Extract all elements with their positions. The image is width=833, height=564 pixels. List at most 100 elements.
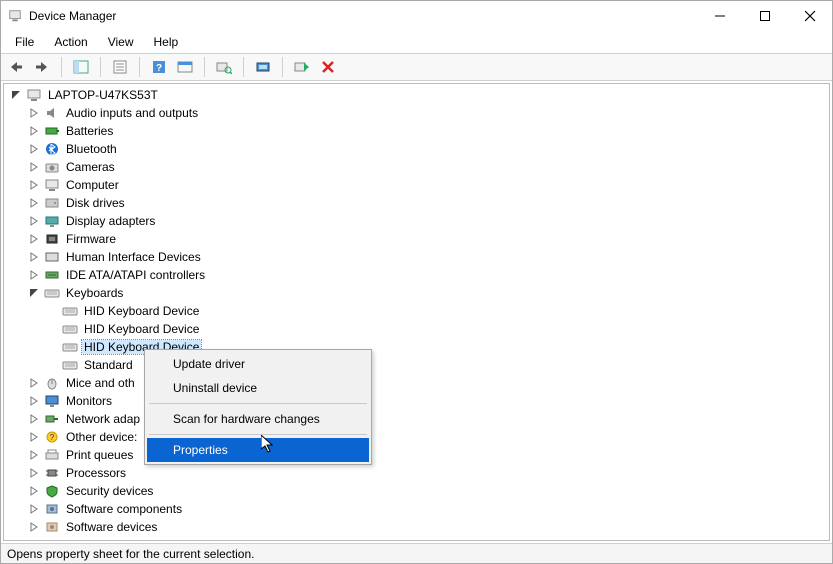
tree-device-row[interactable]: HID Keyboard Device: [46, 320, 829, 338]
category-icon: [44, 195, 60, 211]
tree-category-row[interactable]: Computer: [28, 176, 829, 194]
tree-category-row[interactable]: Security devices: [28, 482, 829, 500]
tree-category-label: Computer: [64, 178, 121, 192]
expand-toggle[interactable]: [10, 89, 22, 101]
category-icon: [44, 483, 60, 499]
tree-category-row[interactable]: Display adapters: [28, 212, 829, 230]
context-menu-properties[interactable]: Properties: [147, 438, 369, 462]
expand-toggle[interactable]: [28, 269, 40, 281]
context-menu-update-driver[interactable]: Update driver: [147, 352, 369, 376]
menu-view[interactable]: View: [98, 33, 144, 51]
close-button[interactable]: [787, 1, 832, 31]
tree-category-row[interactable]: Bluetooth: [28, 140, 829, 158]
tree-category-row[interactable]: IDE ATA/ATAPI controllers: [28, 266, 829, 284]
tree-category-label: Audio inputs and outputs: [64, 106, 200, 120]
uninstall-device-button[interactable]: [317, 56, 339, 78]
tree-category-label: Firmware: [64, 232, 118, 246]
titlebar: Device Manager: [1, 1, 832, 31]
tree-category-label: Network adap: [64, 412, 142, 426]
minimize-button[interactable]: [697, 1, 742, 31]
enable-device-button[interactable]: [291, 56, 313, 78]
tree-category-label: Monitors: [64, 394, 114, 408]
show-hide-console-tree-button[interactable]: [70, 56, 92, 78]
tree-category-row[interactable]: Audio inputs and outputs: [28, 104, 829, 122]
expand-toggle[interactable]: [28, 521, 40, 533]
tree-category-row[interactable]: Processors: [28, 464, 829, 482]
expand-toggle[interactable]: [28, 467, 40, 479]
tree-root-label: LAPTOP-U47KS53T: [46, 88, 160, 102]
maximize-button[interactable]: [742, 1, 787, 31]
expand-spacer: [46, 341, 58, 353]
category-icon: [44, 447, 60, 463]
svg-text:?: ?: [50, 433, 55, 442]
context-menu-scan-hardware[interactable]: Scan for hardware changes: [147, 407, 369, 431]
expand-toggle[interactable]: [28, 251, 40, 263]
expand-toggle[interactable]: [28, 377, 40, 389]
expand-toggle[interactable]: [28, 287, 40, 299]
category-icon: [44, 285, 60, 301]
expand-toggle[interactable]: [28, 179, 40, 191]
tree-category-label: Batteries: [64, 124, 115, 138]
tree-category-label: Keyboards: [64, 286, 125, 300]
expand-toggle[interactable]: [28, 449, 40, 461]
context-menu-separator: [149, 434, 367, 435]
category-icon: [44, 231, 60, 247]
tree-category-label: Bluetooth: [64, 142, 119, 156]
tree-category-row[interactable]: Disk drives: [28, 194, 829, 212]
expand-toggle[interactable]: [28, 197, 40, 209]
expand-toggle[interactable]: [28, 431, 40, 443]
tree-category-row[interactable]: Firmware: [28, 230, 829, 248]
expand-toggle[interactable]: [28, 125, 40, 137]
category-icon: [44, 177, 60, 193]
scan-hardware-button[interactable]: [213, 56, 235, 78]
category-icon: [44, 159, 60, 175]
expand-toggle[interactable]: [28, 143, 40, 155]
forward-button[interactable]: [31, 56, 53, 78]
update-driver-button[interactable]: [252, 56, 274, 78]
tree-category-row[interactable]: Batteries: [28, 122, 829, 140]
menu-file[interactable]: File: [5, 33, 44, 51]
statusbar: Opens property sheet for the current sel…: [1, 543, 832, 563]
expand-toggle[interactable]: [28, 485, 40, 497]
keyboard-icon: [62, 321, 78, 337]
category-icon: [44, 267, 60, 283]
expand-toggle[interactable]: [28, 161, 40, 173]
expand-toggle[interactable]: [28, 413, 40, 425]
tree-device-row[interactable]: HID Keyboard Device: [46, 302, 829, 320]
tree-category-label: IDE ATA/ATAPI controllers: [64, 268, 207, 282]
category-icon: [44, 213, 60, 229]
category-icon: [44, 393, 60, 409]
computer-icon: [26, 87, 42, 103]
category-icon: [44, 537, 60, 540]
expand-toggle[interactable]: [28, 539, 40, 540]
tree-scroll[interactable]: LAPTOP-U47KS53T Audio inputs and outputs B…: [4, 84, 829, 540]
tree-category-row[interactable]: Human Interface Devices: [28, 248, 829, 266]
menu-action[interactable]: Action: [44, 33, 97, 51]
action-button[interactable]: [174, 56, 196, 78]
menu-help[interactable]: Help: [144, 33, 189, 51]
tree-device-label: Standard: [82, 358, 135, 372]
tree-category-row[interactable]: Sound, video and game controllers: [28, 536, 829, 540]
tree-category-label: Security devices: [64, 484, 155, 498]
category-icon: [44, 105, 60, 121]
tree-device-label: HID Keyboard Device: [82, 322, 201, 336]
expand-toggle[interactable]: [28, 215, 40, 227]
help-button[interactable]: ?: [148, 56, 170, 78]
expand-toggle[interactable]: [28, 107, 40, 119]
category-icon: [44, 375, 60, 391]
tree-category-row[interactable]: Software components: [28, 500, 829, 518]
tree-category-label: Other device:: [64, 430, 139, 444]
expand-toggle[interactable]: [28, 503, 40, 515]
back-button[interactable]: [5, 56, 27, 78]
tree-category-label: Display adapters: [64, 214, 157, 228]
properties-button[interactable]: [109, 56, 131, 78]
context-menu-uninstall-device[interactable]: Uninstall device: [147, 376, 369, 400]
expand-toggle[interactable]: [28, 233, 40, 245]
tree-category-row[interactable]: Cameras: [28, 158, 829, 176]
expand-toggle[interactable]: [28, 395, 40, 407]
tree-category-label: Mice and oth: [64, 376, 137, 390]
tree-root-row[interactable]: LAPTOP-U47KS53T: [10, 86, 829, 104]
tree-category-row[interactable]: Software devices: [28, 518, 829, 536]
tree-category-row[interactable]: Keyboards: [28, 284, 829, 302]
tree-category-label: Software components: [64, 502, 184, 516]
